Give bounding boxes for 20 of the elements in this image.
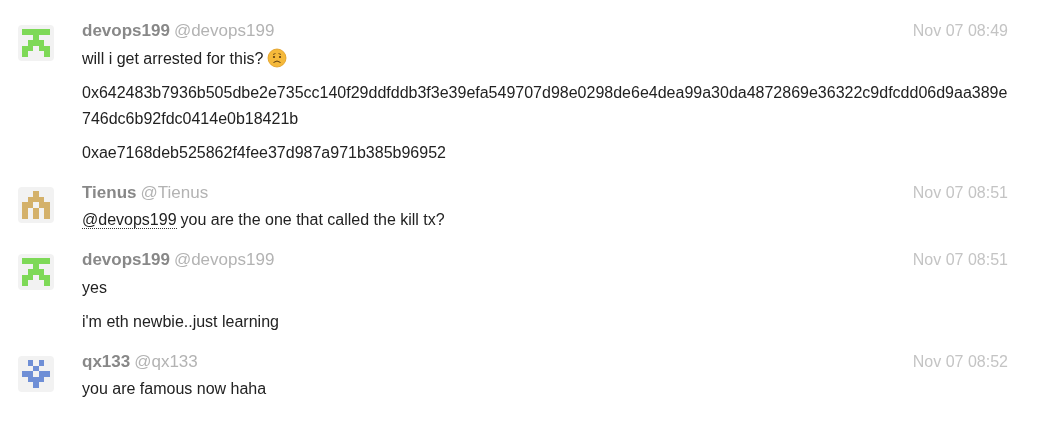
message-text: you are the one that called the kill tx? (180, 211, 445, 228)
author-handle: @devops199 (173, 20, 275, 42)
author-name[interactable]: devops199 (82, 18, 170, 44)
message-text: i'm eth newbie..just learning (82, 312, 279, 330)
message-text: you are famous now haha (82, 380, 267, 397)
author-name[interactable]: qx133 (82, 348, 131, 374)
user-mention[interactable]: @devops199 (82, 211, 177, 229)
author-handle: @devops199 (173, 249, 275, 271)
timestamp: Nov 07 08:52 (912, 351, 1008, 372)
author-name[interactable]: devops199 (82, 247, 170, 273)
author-handle: @Tienus (140, 181, 209, 204)
timestamp: Nov 07 08:49 (912, 21, 1008, 41)
author-name[interactable]: Tienus (82, 179, 137, 205)
author-handle: @qx133 (134, 350, 198, 373)
timestamp: Nov 07 08:51 (912, 250, 1008, 270)
timestamp: Nov 07 08:51 (912, 182, 1008, 203)
message-text: 0xae7168deb525862f4fee37d987a971b385b96952 (82, 143, 446, 161)
message-text: will i get arrested for this? (82, 49, 264, 67)
message-text: yes (82, 278, 107, 296)
message-text: 0x642483b7936b505dbe2e735cc140f29ddfddb3f3e39efa549707d98e0298de6e4dea99a30da4872869e36322c9dfcdd06d9aa389e746dc6b92fdc0414e0b18421b (82, 83, 1008, 127)
